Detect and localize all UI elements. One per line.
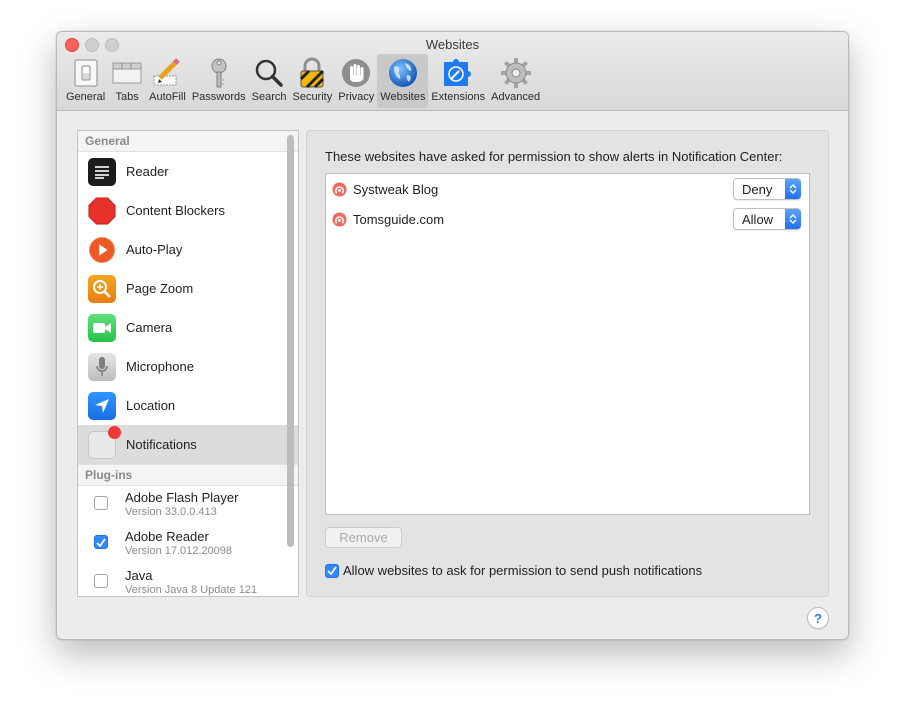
- sidebar-item-location[interactable]: Location: [78, 386, 298, 425]
- website-row[interactable]: Tomsguide.com Allow: [326, 204, 809, 234]
- sidebar-item-label: Location: [126, 398, 176, 413]
- permission-value: Allow: [742, 211, 774, 227]
- toolbar-general[interactable]: General: [63, 54, 108, 108]
- sidebar-scrollbar[interactable]: [287, 135, 294, 547]
- sidebar-item-label: Notifications: [126, 437, 197, 452]
- reader-icon: [88, 157, 116, 186]
- microphone-icon: [88, 352, 116, 381]
- sidebar-item-label: Reader: [126, 164, 169, 179]
- toolbar-label: General: [66, 91, 106, 103]
- panel-description: These websites have asked for permission…: [325, 149, 783, 164]
- toolbar-label: Privacy: [338, 91, 375, 103]
- allow-push-label[interactable]: Allow websites to ask for permission to …: [343, 563, 702, 578]
- toolbar-privacy[interactable]: Privacy: [335, 54, 377, 108]
- toolbar-autofill[interactable]: AutoFill: [146, 54, 189, 108]
- plugin-adobe-reader-checkbox[interactable]: [94, 535, 108, 549]
- notification-badge: [108, 425, 121, 439]
- plugin-version: Version 17.012.20098: [125, 545, 233, 557]
- toolbar-extensions[interactable]: Extensions: [428, 54, 488, 108]
- plugin-version: Version 33.0.0.413: [125, 506, 217, 518]
- plugin-row-adobe-reader: Adobe Reader Version 17.012.20098: [78, 525, 298, 564]
- website-list: Systweak Blog Deny Tomsguide.com Allow: [325, 173, 810, 515]
- sidebar-item-notifications[interactable]: Notifications: [78, 425, 298, 464]
- switch-icon: [70, 57, 102, 89]
- zoom-icon: [88, 274, 116, 303]
- remove-button[interactable]: Remove: [325, 527, 402, 548]
- globe-icon: [387, 57, 419, 89]
- site-favicon-icon: [332, 181, 347, 197]
- sidebar-item-page-zoom[interactable]: Page Zoom: [78, 269, 298, 308]
- sidebar-item-microphone[interactable]: Microphone: [78, 347, 298, 386]
- sidebar-item-label: Content Blockers: [126, 203, 225, 218]
- pencil-icon: [151, 57, 183, 89]
- toolbar-passwords[interactable]: Passwords: [189, 54, 249, 108]
- sidebar-item-label: Page Zoom: [126, 281, 194, 296]
- permission-value: Deny: [742, 181, 773, 197]
- tabs-icon: [111, 57, 143, 89]
- permission-select[interactable]: Deny: [733, 178, 801, 200]
- plugin-java-checkbox[interactable]: [94, 574, 108, 588]
- plugin-flash-checkbox[interactable]: [94, 496, 108, 510]
- plugin-name: Adobe Flash Player: [125, 490, 239, 505]
- magnifier-icon: [253, 57, 285, 89]
- key-icon: [203, 57, 235, 89]
- toolbar-search[interactable]: Search: [249, 54, 290, 108]
- checkmark-icon: [327, 566, 337, 575]
- toolbar-label: Extensions: [431, 91, 486, 103]
- sidebar-plugins-header: Plug-ins: [78, 464, 298, 486]
- preferences-window: Websites General Tabs AutoFill Passwords…: [56, 31, 849, 640]
- sidebar-item-reader[interactable]: Reader: [78, 152, 298, 191]
- website-row[interactable]: Systweak Blog Deny: [326, 174, 809, 204]
- camera-icon: [88, 313, 116, 342]
- toolbar: General Tabs AutoFill Passwords Search S…: [63, 54, 543, 108]
- sidebar-general-header: General: [78, 131, 298, 152]
- checkmark-icon: [96, 538, 106, 547]
- toolbar-tabs[interactable]: Tabs: [108, 54, 146, 108]
- site-favicon-icon: [332, 211, 347, 227]
- help-button[interactable]: ?: [807, 607, 829, 629]
- allow-push-checkbox[interactable]: [325, 563, 339, 578]
- sidebar-item-label: Auto-Play: [126, 242, 183, 257]
- updown-arrows-icon: [785, 209, 801, 229]
- toolbar-label: AutoFill: [149, 91, 186, 103]
- location-arrow-icon: [88, 391, 116, 420]
- plugin-row-java: Java Version Java 8 Update 121: [78, 564, 298, 596]
- toolbar-security[interactable]: Security: [289, 54, 335, 108]
- toolbar-label: Passwords: [191, 91, 246, 103]
- notifications-panel: These websites have asked for permission…: [306, 130, 829, 597]
- sidebar-item-label: Camera: [126, 320, 173, 335]
- puzzle-icon: [442, 57, 474, 89]
- toolbar-label: Websites: [380, 91, 426, 103]
- toolbar-label: Tabs: [115, 91, 139, 103]
- updown-arrows-icon: [785, 179, 801, 199]
- window-title: Websites: [425, 37, 480, 52]
- play-icon: [88, 235, 116, 264]
- plugin-name: Java: [125, 568, 153, 583]
- sidebar-item-label: Microphone: [126, 359, 194, 374]
- toolbar-label: Advanced: [491, 91, 541, 103]
- website-name: Systweak Blog: [353, 181, 439, 197]
- toolbar-advanced[interactable]: Advanced: [488, 54, 543, 108]
- gear-icon: [500, 57, 532, 89]
- sidebar-item-camera[interactable]: Camera: [78, 308, 298, 347]
- notification-icon: [88, 425, 121, 459]
- hand-icon: [340, 57, 372, 89]
- permission-select[interactable]: Allow: [733, 208, 801, 230]
- sidebar-item-content-blockers[interactable]: Content Blockers: [78, 191, 298, 230]
- sidebar-item-auto-play[interactable]: Auto-Play: [78, 230, 298, 269]
- website-name: Tomsguide.com: [353, 211, 445, 227]
- allow-push-row: Allow websites to ask for permission to …: [325, 563, 702, 578]
- toolbar-label: Security: [292, 91, 333, 103]
- title-bar: Websites General Tabs AutoFill Passwords…: [57, 32, 848, 111]
- sidebar: General Reader Content Blockers Auto-Pla…: [77, 130, 299, 597]
- plugin-version: Version Java 8 Update 121: [125, 584, 258, 596]
- plugin-name: Adobe Reader: [125, 529, 209, 544]
- padlock-icon: [296, 57, 328, 89]
- stop-sign-icon: [88, 196, 116, 225]
- toolbar-label: Search: [251, 91, 287, 103]
- plugin-row-flash: Adobe Flash Player Version 33.0.0.413: [78, 486, 298, 525]
- toolbar-websites[interactable]: Websites: [377, 54, 429, 108]
